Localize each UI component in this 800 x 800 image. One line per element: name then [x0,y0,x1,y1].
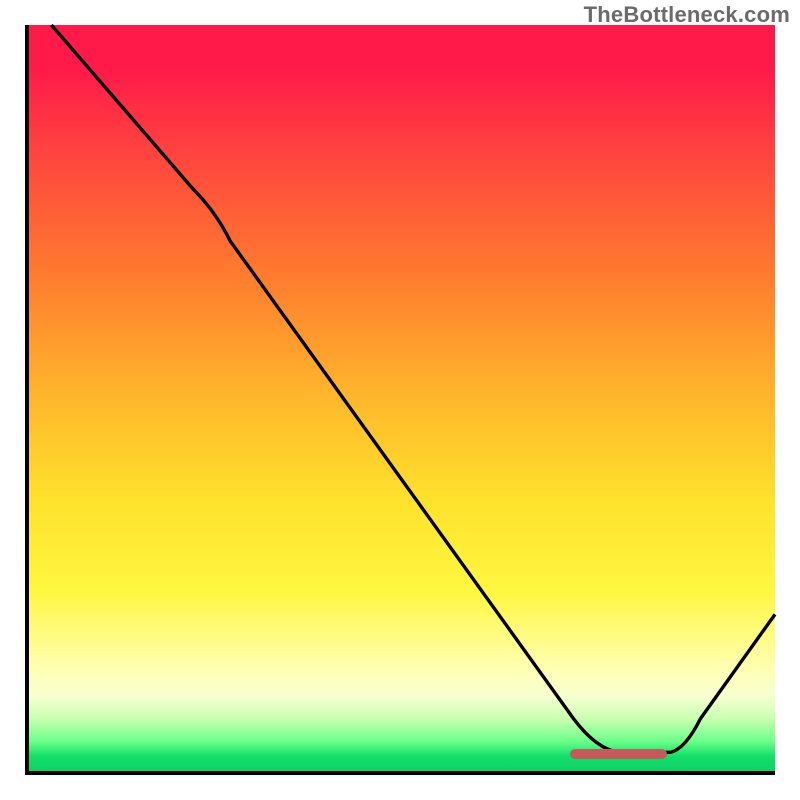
bottleneck-curve [29,25,775,771]
chart-container: TheBottleneck.com [0,0,800,800]
plot-area [25,25,775,775]
optimal-range-marker [570,749,667,759]
